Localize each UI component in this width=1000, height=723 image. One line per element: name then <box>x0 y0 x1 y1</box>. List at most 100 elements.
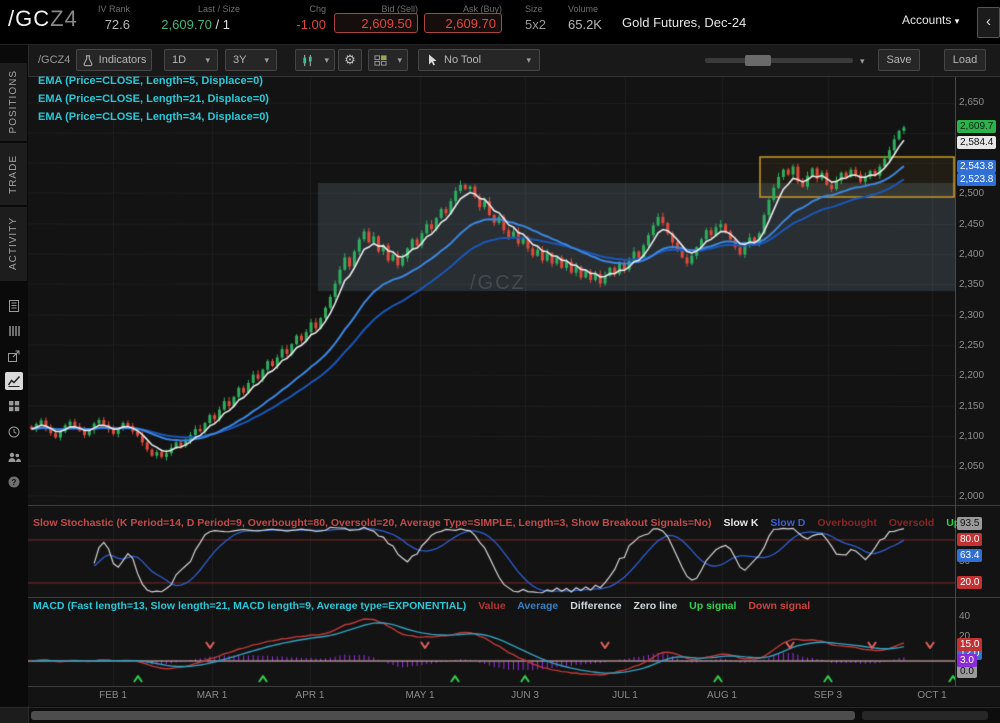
range-dropdown[interactable]: 3Y ▾ <box>225 49 277 71</box>
symbol-root: /GC <box>8 6 50 31</box>
legend-up-signal: Up signal <box>689 600 736 612</box>
community-users-icon[interactable] <box>5 448 23 466</box>
macd-title: MACD (Fast length=13, Slow length=21, MA… <box>33 600 466 612</box>
macd-study-header[interactable]: MACD (Fast length=13, Slow length=21, MA… <box>33 600 958 612</box>
chevron-down-icon: ▾ <box>205 55 210 66</box>
scrollbar-corner <box>0 708 29 723</box>
time-axis-label: JUN 3 <box>495 690 555 701</box>
price-axis-divider <box>955 77 956 686</box>
chevron-down-icon: ▾ <box>860 56 865 67</box>
accounts-label: Accounts <box>902 13 951 27</box>
time-axis-label: JUL 1 <box>595 690 655 701</box>
volume-label: Volume <box>568 4 618 14</box>
collapse-panel-button[interactable]: ‹ <box>977 7 1000 38</box>
legend-macd-average: Average <box>517 600 558 612</box>
history-clock-icon[interactable] <box>5 423 23 441</box>
panel-divider <box>28 686 1000 687</box>
time-axis-label: MAR 1 <box>182 690 242 701</box>
volume-value: 65.2K <box>568 17 618 32</box>
price-tick: 2,350 <box>959 279 984 290</box>
scrollbar-track[interactable] <box>862 711 988 720</box>
chevron-down-icon: ▾ <box>324 55 329 66</box>
overbought-badge: 80.0 <box>957 533 982 546</box>
export-window-icon[interactable] <box>5 347 23 365</box>
cursor-arrow-icon <box>427 54 438 66</box>
timeframe-value: 1D <box>172 54 186 66</box>
chg-label: Chg <box>262 4 326 14</box>
drawing-tool-dropdown[interactable]: No Tool ▾ <box>418 49 540 71</box>
legend-down-signal: Down signal <box>748 600 810 612</box>
chart-toolbar: /GCZ4 Indicators 1D ▾ 3Y ▾ ▾ ⚙ ▾ <box>28 45 1000 77</box>
legend-macd-value: Value <box>478 600 505 612</box>
stochastic-study-header[interactable]: Slow Stochastic (K Period=14, D Period=9… <box>33 517 958 529</box>
chart-scrollbar <box>0 707 1000 723</box>
scrollbar-handle[interactable] <box>31 711 855 720</box>
price-tick: 2,200 <box>959 370 984 381</box>
tab-label: ACTIVITY <box>8 217 19 270</box>
price-tick: 2,500 <box>959 188 984 199</box>
legend-oversold: Oversold <box>889 517 935 529</box>
gear-icon: ⚙ <box>344 52 356 68</box>
price-tick: 2,400 <box>959 249 984 260</box>
price-tick: 2,100 <box>959 431 984 442</box>
price-tick: 2,000 <box>959 491 984 502</box>
time-axis-label: MAY 1 <box>390 690 450 701</box>
sidebar-tab-trade[interactable]: TRADE <box>0 143 27 206</box>
candlestick-icon <box>301 54 314 67</box>
timeframe-dropdown[interactable]: 1D ▾ <box>164 49 218 71</box>
chart-icon[interactable] <box>5 372 23 390</box>
macd-tick-40: 40 <box>959 611 970 622</box>
contract-description: Gold Futures, Dec-24 <box>622 15 822 30</box>
quote-header: /GCZ4 IV Rank 72.6 Last / Size 2,609.70 … <box>0 0 1000 45</box>
save-button[interactable]: Save <box>878 49 920 71</box>
svg-text:?: ? <box>12 478 17 487</box>
study-label-ema5[interactable]: EMA (Price=CLOSE, Length=5, Displace=0) <box>38 75 263 87</box>
price-tick: 2,050 <box>959 461 984 472</box>
price-tick: 2,150 <box>959 401 984 412</box>
ask-button[interactable]: 2,609.70 <box>424 13 502 33</box>
ladder-icon[interactable] <box>5 322 23 340</box>
legend-zero-line: Zero line <box>633 600 677 612</box>
time-axis-label: FEB 1 <box>83 690 143 701</box>
iv-rank-label: IV Rank <box>70 4 130 14</box>
chart-style-dropdown[interactable]: ▾ <box>295 49 335 71</box>
indicators-button[interactable]: Indicators <box>76 49 152 71</box>
price-tick: 2,650 <box>959 97 984 108</box>
slow-k-badge: 93.5 <box>957 517 982 530</box>
study-label-ema34[interactable]: EMA (Price=CLOSE, Length=34, Displace=0) <box>38 111 269 123</box>
sidebar-tab-activity[interactable]: ACTIVITY <box>0 207 27 282</box>
symbol-title: /GCZ4 <box>8 6 78 32</box>
chg-value: -1.00 <box>262 17 326 32</box>
study-label-ema21[interactable]: EMA (Price=CLOSE, Length=21, Displace=0) <box>38 93 269 105</box>
chart-layout-dropdown[interactable]: ▾ <box>368 49 408 71</box>
chevron-down-icon: ▾ <box>397 55 402 66</box>
size-value: 5x2 <box>525 17 560 32</box>
panel-divider[interactable] <box>28 597 1000 598</box>
accounts-menu[interactable]: Accounts ▾ <box>902 13 959 27</box>
last-price: 2,609.70 <box>161 17 212 32</box>
help-icon[interactable]: ? <box>5 473 23 491</box>
bid-button[interactable]: 2,609.50 <box>334 13 418 33</box>
dashboard-grid-icon[interactable] <box>5 397 23 415</box>
sidebar-tab-positions[interactable]: POSITIONS <box>0 63 27 142</box>
load-button[interactable]: Load <box>944 49 986 71</box>
time-axis-label: OCT 1 <box>902 690 962 701</box>
chevron-down-icon: ▾ <box>264 55 269 66</box>
time-zoom-slider-handle[interactable] <box>745 55 771 66</box>
price-tick: 2,450 <box>959 219 984 230</box>
panel-divider[interactable] <box>28 505 1000 506</box>
chart-symbol-field[interactable]: /GCZ4 <box>38 54 70 66</box>
time-axis-label: APR 1 <box>280 690 340 701</box>
watchlist-icon[interactable] <box>5 297 23 315</box>
last-price-badge: 2,609.7 <box>957 120 996 133</box>
chart-settings-button[interactable]: ⚙ <box>338 49 362 71</box>
symbol-watermark: /GCZ <box>470 272 526 295</box>
ema5-value-badge: 2,584.4 <box>957 136 996 149</box>
size-label: Size <box>525 4 560 14</box>
trading-platform-window: /GCZ4 IV Rank 72.6 Last / Size 2,609.70 … <box>0 0 1000 723</box>
time-zoom-slider[interactable] <box>705 58 853 63</box>
chevron-down-icon: ▾ <box>955 16 960 26</box>
stochastic-title: Slow Stochastic (K Period=14, D Period=9… <box>33 517 712 529</box>
last-size-label: Last / Size <box>140 4 240 14</box>
active-tool-label: No Tool <box>444 54 481 66</box>
